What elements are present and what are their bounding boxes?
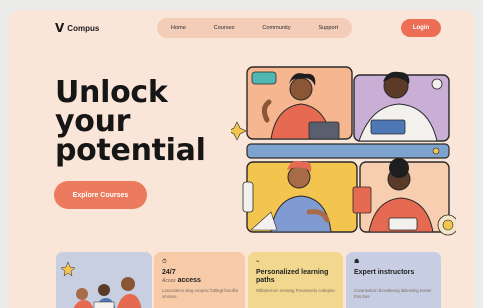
video-tile-bottom-right [352, 158, 450, 233]
feature-title: 24/7 Acces access [162, 269, 244, 285]
brand-logo[interactable]: V Compus [55, 22, 99, 34]
feature-card-instructors[interactable]: ☗ Expert instructors Coranestorn bcsetle… [346, 252, 441, 308]
feature-title-number: 24/7 [162, 269, 176, 276]
video-tile-top-left [246, 66, 353, 140]
feature-title-suffix: access [177, 277, 201, 284]
hero-title-line: your [55, 104, 131, 139]
feature-title-prefix: Acces [162, 278, 176, 284]
hero-title-line: Unlock [55, 75, 168, 110]
sun-badge-icon [437, 214, 456, 236]
login-button[interactable]: Login [401, 19, 441, 37]
page-frame: V Compus Home Courses Community Support … [9, 10, 474, 308]
nav-item-home[interactable]: Home [171, 25, 186, 31]
nav-item-courses[interactable]: Courses [214, 25, 235, 31]
video-tile-bottom-left [242, 161, 358, 233]
feature-title: Expert instructors [354, 269, 415, 276]
clock-icon: ⏱ [162, 259, 167, 265]
main-nav: Home Courses Community Support [157, 18, 352, 38]
feature-title: Personalized learning paths [256, 269, 329, 284]
feature-text: Coranestorn bcsetleeng latiessing tosser… [354, 288, 432, 299]
nav-item-support[interactable]: Support [318, 25, 338, 31]
feature-card-paths[interactable]: ⌁ Personalized learning paths Wtbeterror… [248, 252, 343, 308]
students-illustration [56, 252, 152, 308]
hero-title-line: potential [55, 133, 206, 168]
control-dot-icon [432, 147, 440, 155]
hero-illustration [231, 66, 456, 236]
feature-image-card [56, 252, 152, 308]
feature-text: Wtbeterrorn oeramg Pocoteoelo codepse. [256, 288, 336, 293]
nav-item-community[interactable]: Community [262, 25, 290, 31]
path-icon: ⌁ [256, 259, 260, 265]
people-icon: ☗ [354, 259, 360, 265]
explore-courses-button[interactable]: Explore Courses [54, 181, 147, 209]
hero-title: Unlock your potential [55, 75, 235, 168]
control-bar [246, 143, 450, 159]
brand-name: Compus [67, 23, 100, 33]
sparkle-icon [231, 121, 247, 141]
feature-card-access[interactable]: ⏱ 24/7 Acces access Lascosteon alng erop… [154, 252, 245, 308]
video-tile-top-right [353, 71, 450, 142]
logo-mark: V [55, 21, 65, 35]
feature-text: Lascosteon alng eroprec fottlegt fooullr… [162, 288, 239, 299]
